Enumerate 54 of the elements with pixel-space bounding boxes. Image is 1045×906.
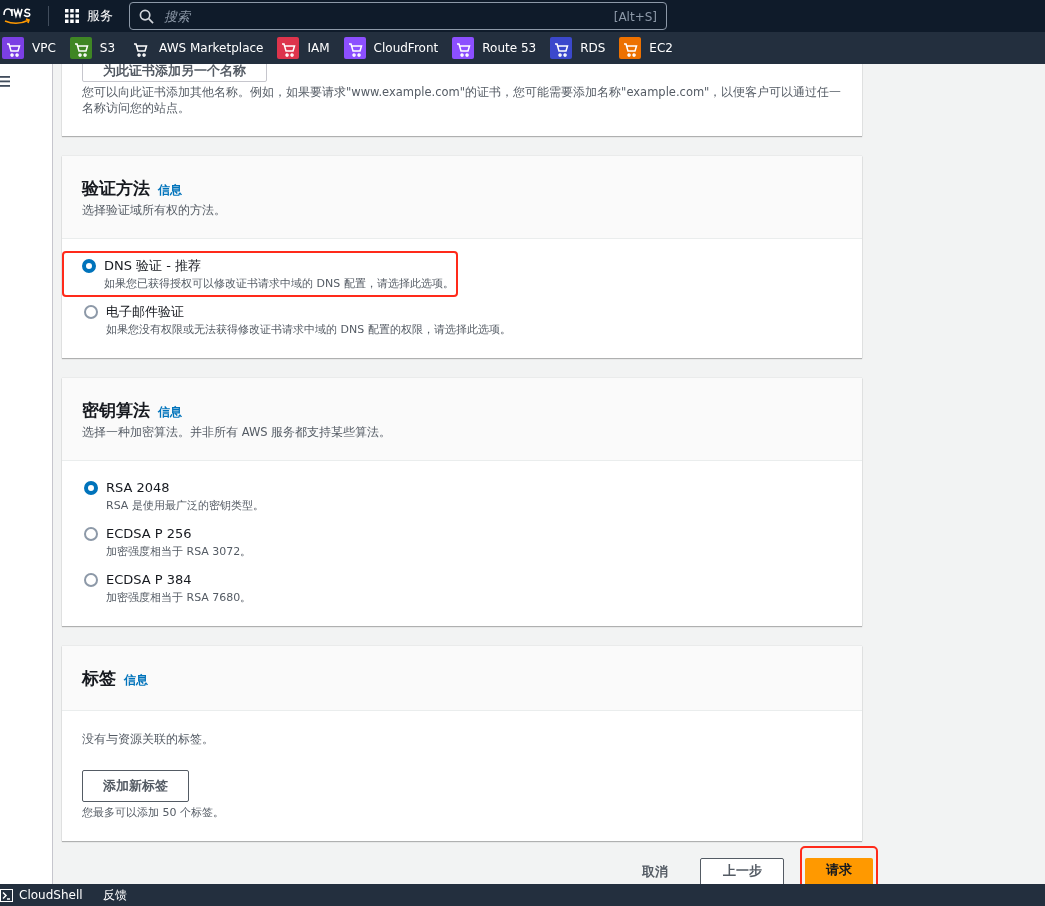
shortcut-hint: [Alt+S] (613, 9, 657, 26)
section-description: 选择一种加密算法。并非所有 AWS 服务都支持某些算法。 (82, 424, 393, 440)
favorite-link[interactable]: S3 (69, 37, 116, 59)
info-link[interactable]: 信息 (158, 181, 182, 199)
option-label: DNS 验证 - 推荐 (104, 257, 202, 275)
previous-button[interactable]: 上一步 (700, 858, 784, 884)
option-label: RSA 2048 (106, 479, 170, 497)
option-label: ECDSA P 384 (106, 571, 192, 589)
empty-text: 没有与资源关联的标签。 (82, 731, 214, 747)
favorite-link[interactable]: AWS Marketplace (129, 37, 264, 59)
radio-button[interactable] (82, 259, 96, 273)
favorite-link[interactable]: IAM (277, 37, 330, 59)
info-link[interactable]: 信息 (124, 671, 148, 689)
favorite-link[interactable]: EC2 (619, 37, 673, 59)
add-name-button[interactable]: 为此证书添加另一个名称 (82, 64, 267, 82)
feedback-link[interactable]: 反馈 (102, 886, 127, 904)
service-icon (619, 37, 642, 59)
favorite-link[interactable]: VPC (2, 37, 56, 59)
service-icon (69, 37, 92, 59)
favorite-link[interactable]: Route 53 (452, 37, 537, 59)
grid-icon (65, 9, 79, 23)
option-description: 如果您已获得授权可以修改证书请求中域的 DNS 配置，请选择此选项。 (103, 276, 454, 292)
section-description: 选择验证域所有权的方法。 (82, 202, 227, 218)
hint-text: 您可以向此证书添加其他名称。例如，如果要请求"www.example.com"的证书，您可能需要添加名称"example.com"，以便客户可以通过任一名称访问您的站点。 (82, 84, 842, 116)
cancel-link[interactable]: 取消 (642, 864, 668, 880)
terminal-icon (0, 888, 13, 902)
radio-button[interactable] (84, 305, 98, 319)
service-icon (550, 37, 573, 59)
service-icon (277, 37, 300, 59)
radio-button[interactable] (84, 573, 98, 587)
request-button[interactable]: 请求 (805, 858, 873, 884)
info-link[interactable]: 信息 (158, 403, 182, 421)
section-title: 验证方法 (82, 177, 150, 200)
add-tag-button[interactable]: 添加新标签 (82, 770, 189, 802)
radio-button[interactable] (84, 481, 98, 495)
cloudshell-button[interactable]: CloudShell (0, 886, 83, 904)
service-icon (452, 37, 475, 59)
option-label: ECDSA P 256 (106, 525, 192, 543)
section-title: 密钥算法 (82, 399, 150, 422)
section-title: 标签 (82, 667, 116, 690)
service-icon (2, 37, 24, 59)
radio-button[interactable] (84, 527, 98, 541)
option-description: RSA 是使用最广泛的密钥类型。 (105, 498, 264, 514)
service-icon (343, 37, 366, 59)
option-label: 电子邮件验证 (106, 303, 184, 321)
option-description: 加密强度相当于 RSA 7680。 (105, 590, 252, 606)
search-icon (139, 9, 154, 24)
option-description: 加密强度相当于 RSA 3072。 (105, 544, 252, 560)
favorite-link[interactable]: CloudFront (343, 37, 439, 59)
limit-text: 您最多可以添加 50 个标签。 (82, 805, 224, 821)
menu-icon[interactable] (0, 76, 10, 87)
favorite-link[interactable]: RDS (550, 37, 606, 59)
services-menu[interactable]: 服务 (65, 6, 113, 26)
option-description: 如果您没有权限或无法获得修改证书请求中域的 DNS 配置的权限，请选择此选项。 (105, 322, 511, 338)
